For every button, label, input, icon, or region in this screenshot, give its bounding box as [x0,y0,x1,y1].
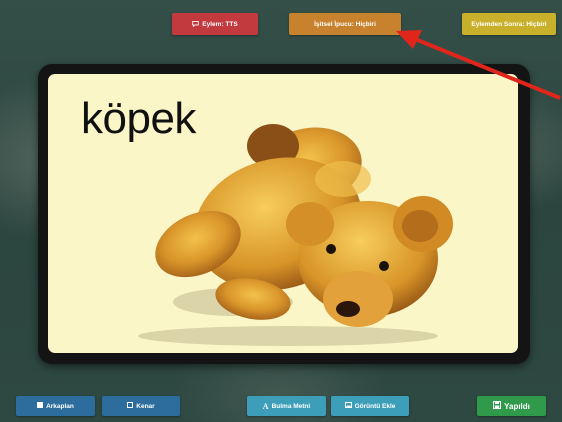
card-word[interactable]: köpek [81,94,196,144]
background-button-label: Arkaplan [46,402,74,410]
action-button-label: Eylem: TTS [202,20,238,28]
square-fill-icon [37,402,44,410]
action-button[interactable]: Eylem: TTS [172,13,258,35]
speech-bubble-icon [192,20,200,29]
find-text-button[interactable]: A Bulma Metni [247,396,326,416]
flash-card[interactable]: köpek [48,74,518,353]
border-button[interactable]: Kenar [102,396,180,416]
square-outline-icon [127,402,134,410]
letter-a-icon: A [262,401,269,411]
audio-hint-button[interactable]: İşitsel İpucu: Hiçbiri [289,13,401,35]
background-button[interactable]: Arkaplan [16,396,95,416]
after-action-button-label: Eylemden Sonra: Hiçbiri [471,20,547,28]
done-button-label: Yapıldı [504,401,530,411]
image-icon [344,402,352,410]
audio-hint-button-label: İşitsel İpucu: Hiçbiri [314,20,376,28]
add-image-button[interactable]: Görüntü Ekle [331,396,409,416]
add-image-button-label: Görüntü Ekle [354,402,396,410]
done-button[interactable]: Yapıldı [477,396,546,416]
border-button-label: Kenar [136,402,155,410]
find-text-button-label: Bulma Metni [271,402,311,410]
after-action-button[interactable]: Eylemden Sonra: Hiçbiri [462,13,556,35]
save-icon [493,401,502,411]
